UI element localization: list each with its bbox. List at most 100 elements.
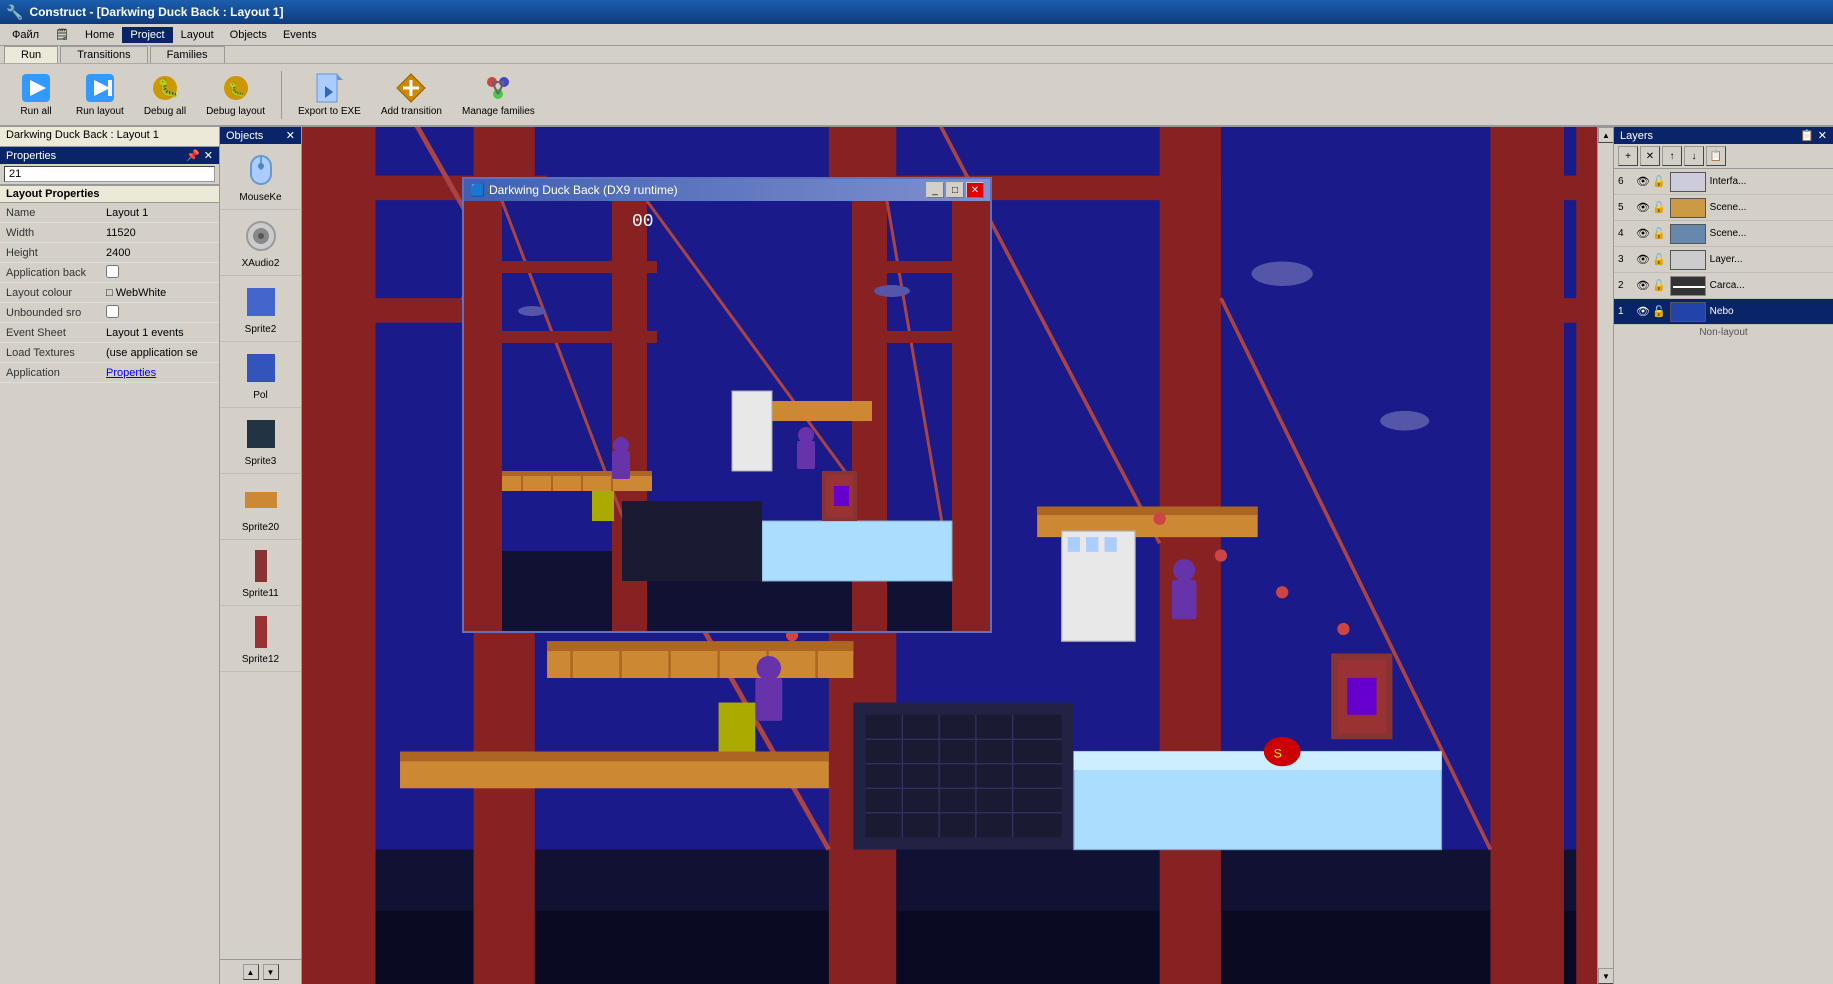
- runtime-restore-button[interactable]: □: [946, 182, 964, 198]
- object-mousekey[interactable]: MouseKe: [220, 144, 301, 210]
- tab-run[interactable]: Run: [4, 46, 58, 63]
- runtime-close-button[interactable]: ✕: [966, 182, 984, 198]
- layer-up-button[interactable]: ↑: [1662, 146, 1682, 166]
- run-all-button[interactable]: Run all: [8, 68, 64, 121]
- layer-add-button[interactable]: +: [1618, 146, 1638, 166]
- object-sprite2[interactable]: Sprite2: [220, 276, 301, 342]
- appback-checkbox[interactable]: [106, 265, 119, 278]
- canvas-scrollbar: ▲ ▼: [1597, 127, 1613, 984]
- properties-close-icon[interactable]: ✕: [204, 149, 213, 162]
- prop-unbounded-row: Unbounded sro: [0, 303, 219, 323]
- properties-title: Properties: [6, 150, 56, 162]
- right-panel: Layers 📋 ✕ + ✕ ↑ ↓ 📋 6 👁 🔓 Interfa...: [1613, 127, 1833, 984]
- export-exe-button[interactable]: Export to EXE: [290, 68, 369, 121]
- objects-close-icon[interactable]: ✕: [286, 129, 295, 142]
- layer-5-visible-icon[interactable]: 👁: [1636, 201, 1650, 214]
- debug-layout-button[interactable]: 🐛 Debug layout: [198, 68, 273, 121]
- layer-item-1[interactable]: 1 👁 🔓 Nebo: [1614, 299, 1833, 325]
- layer-2-lock-icon[interactable]: 🔓: [1652, 279, 1666, 292]
- layer-delete-button[interactable]: ✕: [1640, 146, 1660, 166]
- layer-3-name: Layer...: [1710, 254, 1743, 265]
- prop-height-label: Height: [6, 247, 106, 259]
- menu-project[interactable]: Project: [122, 27, 172, 43]
- layer-5-lock-icon[interactable]: 🔓: [1652, 201, 1666, 214]
- scroll-up-button[interactable]: ▲: [1598, 127, 1613, 143]
- layer-4-visible-icon[interactable]: 👁: [1636, 227, 1650, 240]
- layer-1-icons: 👁 🔓: [1636, 305, 1666, 318]
- prop-width-row: Width 11520: [0, 223, 219, 243]
- object-sprite3[interactable]: Sprite3: [220, 408, 301, 474]
- runtime-icon: 🟦: [470, 183, 485, 197]
- layer-4-lock-icon[interactable]: 🔓: [1652, 227, 1666, 240]
- layer-item-4[interactable]: 4 👁 🔓 Scene...: [1614, 221, 1833, 247]
- export-exe-icon: [313, 72, 345, 104]
- layer-6-lock-icon[interactable]: 🔓: [1652, 175, 1666, 188]
- layer-2-visible-icon[interactable]: 👁: [1636, 279, 1650, 292]
- menu-file[interactable]: Файл: [4, 27, 47, 43]
- layer-3-visible-icon[interactable]: 👁: [1636, 253, 1650, 266]
- layer-down-button[interactable]: ↓: [1684, 146, 1704, 166]
- prop-eventsheet-value: Layout 1 events: [106, 327, 213, 339]
- object-xaudio2[interactable]: XAudio2: [220, 210, 301, 276]
- object-pol[interactable]: Pol: [220, 342, 301, 408]
- prop-width-label: Width: [6, 227, 106, 239]
- run-layout-button[interactable]: Run layout: [68, 68, 132, 121]
- layer-toolbar: + ✕ ↑ ↓ 📋: [1614, 144, 1833, 169]
- runtime-window[interactable]: 🟦 Darkwing Duck Back (DX9 runtime) _ □ ✕: [462, 177, 992, 633]
- run-all-icon: [20, 72, 52, 104]
- add-transition-button[interactable]: Add transition: [373, 68, 450, 121]
- layer-1-lock-icon[interactable]: 🔓: [1652, 305, 1666, 318]
- tab-transitions[interactable]: Transitions: [60, 46, 147, 63]
- properties-pin-icon[interactable]: 📌: [186, 149, 200, 162]
- prop-eventsheet-label: Event Sheet: [6, 327, 106, 339]
- layer-item-2[interactable]: 2 👁 🔓 Carca...: [1614, 273, 1833, 299]
- debug-all-icon: 🐛: [149, 72, 181, 104]
- layers-add-icon[interactable]: 📋: [1800, 129, 1814, 142]
- menu-layout[interactable]: Layout: [173, 27, 222, 43]
- layers-close-icon[interactable]: ✕: [1818, 129, 1827, 142]
- layer-item-5[interactable]: 5 👁 🔓 Scene...: [1614, 195, 1833, 221]
- prop-application-value[interactable]: Properties: [106, 367, 213, 379]
- prop-appback-row: Application back: [0, 263, 219, 283]
- prop-layoutcolour-row: Layout colour □ WebWhite: [0, 283, 219, 303]
- objects-scroll-down[interactable]: ▼: [263, 964, 279, 980]
- tab-families[interactable]: Families: [150, 46, 225, 63]
- layer-duplicate-button[interactable]: 📋: [1706, 146, 1726, 166]
- menu-home[interactable]: Home: [77, 27, 122, 43]
- manage-families-button[interactable]: Manage families: [454, 68, 543, 121]
- object-sprite11[interactable]: Sprite11: [220, 540, 301, 606]
- title-bar: 🔧 Construct - [Darkwing Duck Back : Layo…: [0, 0, 1833, 24]
- toolbar-separator-1: [281, 71, 282, 119]
- layer-item-3[interactable]: 3 👁 🔓 Layer...: [1614, 247, 1833, 273]
- sprite3-icon: [241, 414, 281, 454]
- menu-events[interactable]: Events: [275, 27, 325, 43]
- prop-unbounded-value: [106, 305, 213, 321]
- scroll-down-button[interactable]: ▼: [1598, 968, 1613, 984]
- toolbar-area: Run Transitions Families Run all Run lay…: [0, 46, 1833, 127]
- layers-title: Layers: [1620, 130, 1653, 142]
- layer-6-visible-icon[interactable]: 👁: [1636, 175, 1650, 188]
- menu-objects[interactable]: Objects: [222, 27, 275, 43]
- menu-quick[interactable]: 🗒: [47, 26, 77, 43]
- object-sprite12[interactable]: Sprite12: [220, 606, 301, 672]
- prop-unbounded-label: Unbounded sro: [6, 307, 106, 319]
- layer-1-visible-icon[interactable]: 👁: [1636, 305, 1650, 318]
- export-exe-label: Export to EXE: [298, 106, 361, 117]
- debug-all-button[interactable]: 🐛 Debug all: [136, 68, 194, 121]
- layer-2-name: Carca...: [1710, 280, 1745, 291]
- xaudio2-icon: [241, 216, 281, 256]
- prop-layoutcolour-value: □ WebWhite: [106, 287, 213, 299]
- layer-3-lock-icon[interactable]: 🔓: [1652, 253, 1666, 266]
- layer-item-6[interactable]: 6 👁 🔓 Interfa...: [1614, 169, 1833, 195]
- run-all-label: Run all: [20, 106, 51, 117]
- object-sprite20[interactable]: Sprite20: [220, 474, 301, 540]
- layer-3-thumb: [1670, 250, 1706, 270]
- unbounded-checkbox[interactable]: [106, 305, 119, 318]
- prop-layoutcolour-label: Layout colour: [6, 287, 106, 299]
- properties-search-input[interactable]: [4, 166, 215, 182]
- svg-text:S: S: [1274, 747, 1282, 761]
- manage-families-icon: [482, 72, 514, 104]
- runtime-minimize-button[interactable]: _: [926, 182, 944, 198]
- canvas-area[interactable]: S 🟦 Darkwing Duck Back (DX9 runtime: [302, 127, 1613, 984]
- objects-scroll-up[interactable]: ▲: [243, 964, 259, 980]
